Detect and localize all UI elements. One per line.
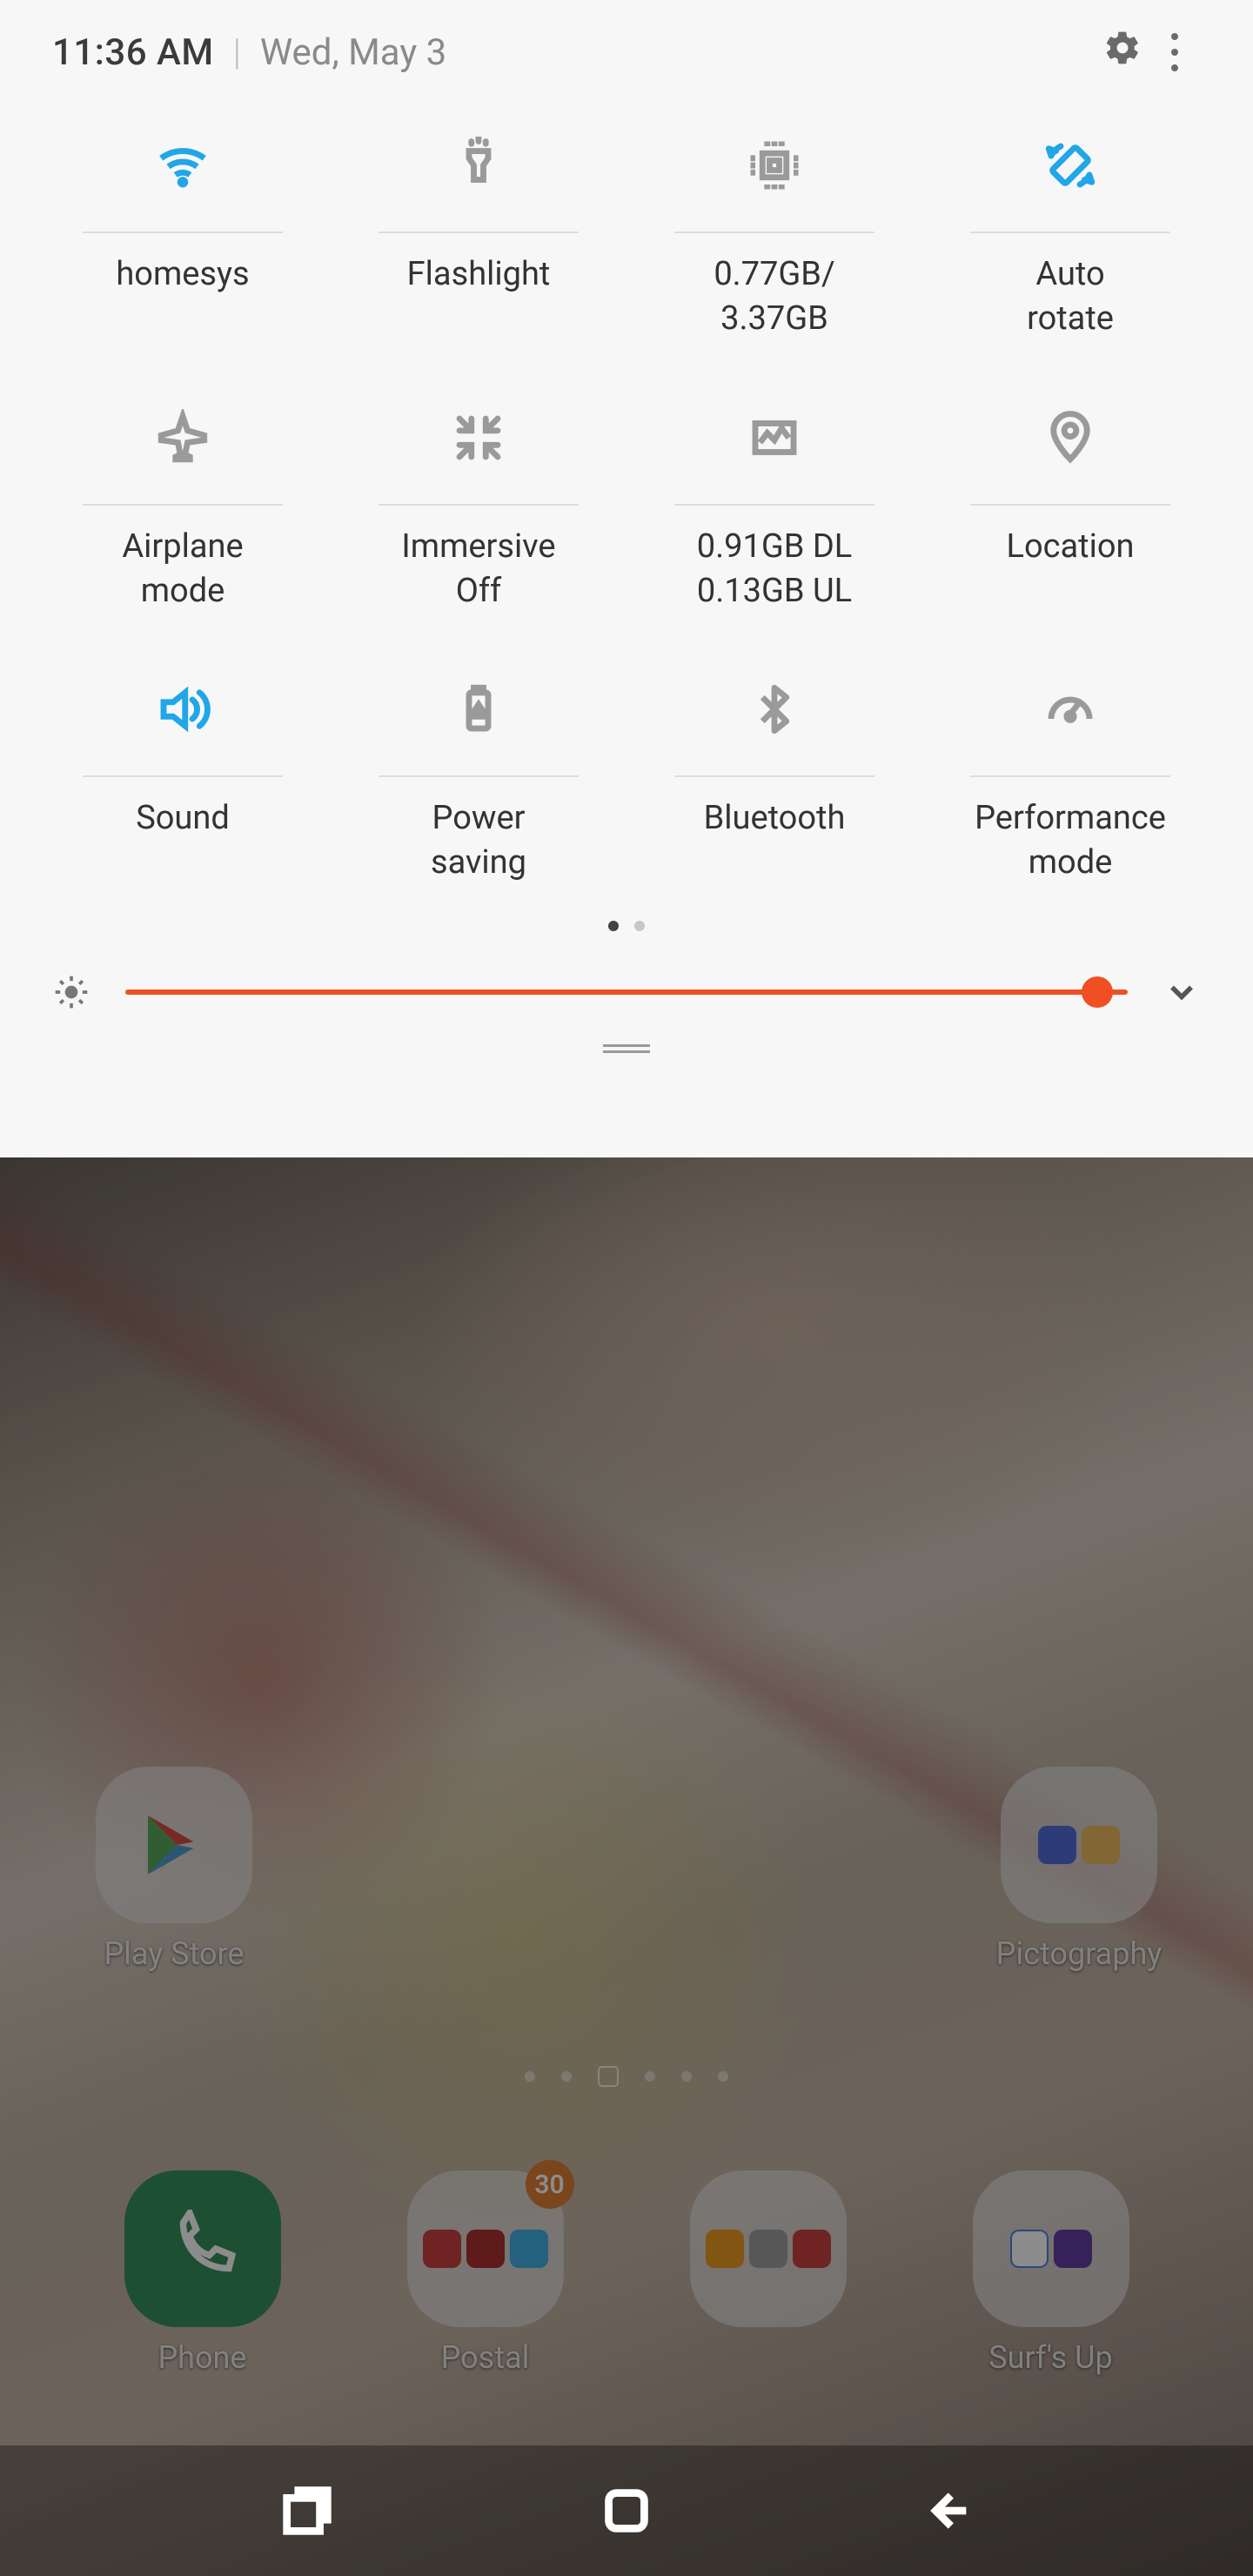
- gauge-icon: [1039, 678, 1102, 741]
- tile-label: Auto: [1035, 252, 1104, 297]
- tile-data[interactable]: 0.91GB DL 0.13GB UL: [626, 394, 922, 641]
- play-store-icon: [96, 1767, 252, 1923]
- pictography-folder-icon: [1001, 1767, 1157, 1923]
- folder-icon: [690, 2170, 847, 2327]
- pager-dot-active: [608, 921, 619, 931]
- pager-dot: [634, 921, 645, 931]
- collapse-icon: [447, 406, 510, 469]
- back-button[interactable]: [915, 2480, 976, 2541]
- tile-sublabel: mode: [1029, 841, 1113, 885]
- tile-sublabel: 3.37GB: [720, 297, 828, 341]
- status-date: Wed, May 3: [260, 31, 1096, 74]
- home-pager[interactable]: [0, 2071, 1253, 2087]
- tile-label: Immersive: [401, 525, 555, 569]
- panel-drag-handle[interactable]: [603, 1044, 650, 1053]
- status-time: 11:36 AM: [52, 31, 214, 74]
- app-label: Pictography: [996, 1935, 1163, 1972]
- postal-folder-icon: 30: [407, 2170, 564, 2327]
- airplane-icon: [151, 406, 214, 469]
- tile-airplane[interactable]: Airplane mode: [35, 394, 331, 641]
- recents-button[interactable]: [277, 2480, 338, 2541]
- flashlight-icon: [447, 134, 510, 197]
- tile-label: Bluetooth: [704, 796, 846, 841]
- quick-tiles-grid: homesys Flashlight 0.77GB/ 3.37GB: [0, 104, 1253, 912]
- app-phone[interactable]: Phone: [116, 2170, 290, 2376]
- surfs-up-folder-icon: [973, 2170, 1129, 2327]
- app-pictography[interactable]: Pictography: [992, 1767, 1166, 1972]
- location-pin-icon: [1039, 406, 1102, 469]
- tiles-pager[interactable]: [0, 921, 1253, 931]
- tile-flashlight[interactable]: Flashlight: [331, 122, 626, 368]
- tile-label: Sound: [136, 796, 230, 841]
- home-button[interactable]: [596, 2480, 657, 2541]
- tile-label: 0.91GB DL: [697, 525, 852, 569]
- tile-label: Power: [432, 796, 526, 841]
- tile-label: Performance: [975, 796, 1166, 841]
- home-screen: Play Store Pictography Phone: [0, 1157, 1253, 2576]
- wifi-icon: [151, 134, 214, 197]
- tile-sublabel: 0.13GB UL: [697, 569, 852, 614]
- tile-memory[interactable]: 0.77GB/ 3.37GB: [626, 122, 922, 368]
- badge-count: 30: [526, 2160, 574, 2209]
- tile-label: homesys: [116, 252, 249, 297]
- app-surfs-up[interactable]: Surf's Up: [964, 2170, 1138, 2376]
- tile-immersive[interactable]: Immersive Off: [331, 394, 626, 641]
- home-row-1: Play Store Pictography: [0, 1767, 1253, 1972]
- tile-label: Location: [1006, 525, 1134, 569]
- cpu-icon: [743, 134, 806, 197]
- app-label: Play Store: [104, 1935, 244, 1972]
- status-separator: |: [233, 31, 241, 74]
- status-bar: 11:36 AM | Wed, May 3: [0, 0, 1253, 104]
- tile-location[interactable]: Location: [922, 394, 1218, 641]
- chevron-down-icon[interactable]: [1163, 973, 1201, 1011]
- tile-sublabel: saving: [431, 841, 526, 885]
- more-options-icon[interactable]: [1149, 33, 1201, 71]
- tile-label: Flashlight: [407, 252, 551, 297]
- bluetooth-icon: [743, 678, 806, 741]
- app-folder[interactable]: [681, 2170, 855, 2376]
- tile-sublabel: mode: [141, 569, 225, 614]
- settings-gear-icon[interactable]: [1096, 29, 1149, 77]
- dock: Phone 30 Postal Surf's Up: [0, 2170, 1253, 2376]
- tile-label: 0.77GB/: [714, 252, 834, 297]
- home-indicator-icon: [598, 2066, 619, 2087]
- tile-bluetooth[interactable]: Bluetooth: [626, 666, 922, 912]
- navigation-bar: [0, 2445, 1253, 2576]
- brightness-row: [0, 957, 1253, 1027]
- brightness-icon: [52, 973, 90, 1011]
- brightness-thumb[interactable]: [1082, 976, 1113, 1008]
- app-label: Postal: [441, 2339, 530, 2376]
- battery-recycle-icon: [447, 678, 510, 741]
- app-play-store[interactable]: Play Store: [87, 1767, 261, 1972]
- tile-wifi[interactable]: homesys: [35, 122, 331, 368]
- brightness-slider[interactable]: [125, 989, 1128, 995]
- tile-sublabel: rotate: [1027, 297, 1114, 341]
- tile-sublabel: Off: [456, 569, 502, 614]
- tile-sound[interactable]: Sound: [35, 666, 331, 912]
- app-label: Phone: [157, 2339, 246, 2376]
- tile-autorotate[interactable]: Auto rotate: [922, 122, 1218, 368]
- sound-icon: [151, 678, 214, 741]
- phone-icon: [124, 2170, 281, 2327]
- tile-performance[interactable]: Performance mode: [922, 666, 1218, 912]
- tile-label: Airplane: [122, 525, 243, 569]
- tile-powersaving[interactable]: Power saving: [331, 666, 626, 912]
- autorotate-icon: [1039, 134, 1102, 197]
- quick-settings-panel: 11:36 AM | Wed, May 3 homesys: [0, 0, 1253, 1157]
- app-postal[interactable]: 30 Postal: [399, 2170, 573, 2376]
- app-label: Surf's Up: [988, 2339, 1112, 2376]
- chart-icon: [743, 406, 806, 469]
